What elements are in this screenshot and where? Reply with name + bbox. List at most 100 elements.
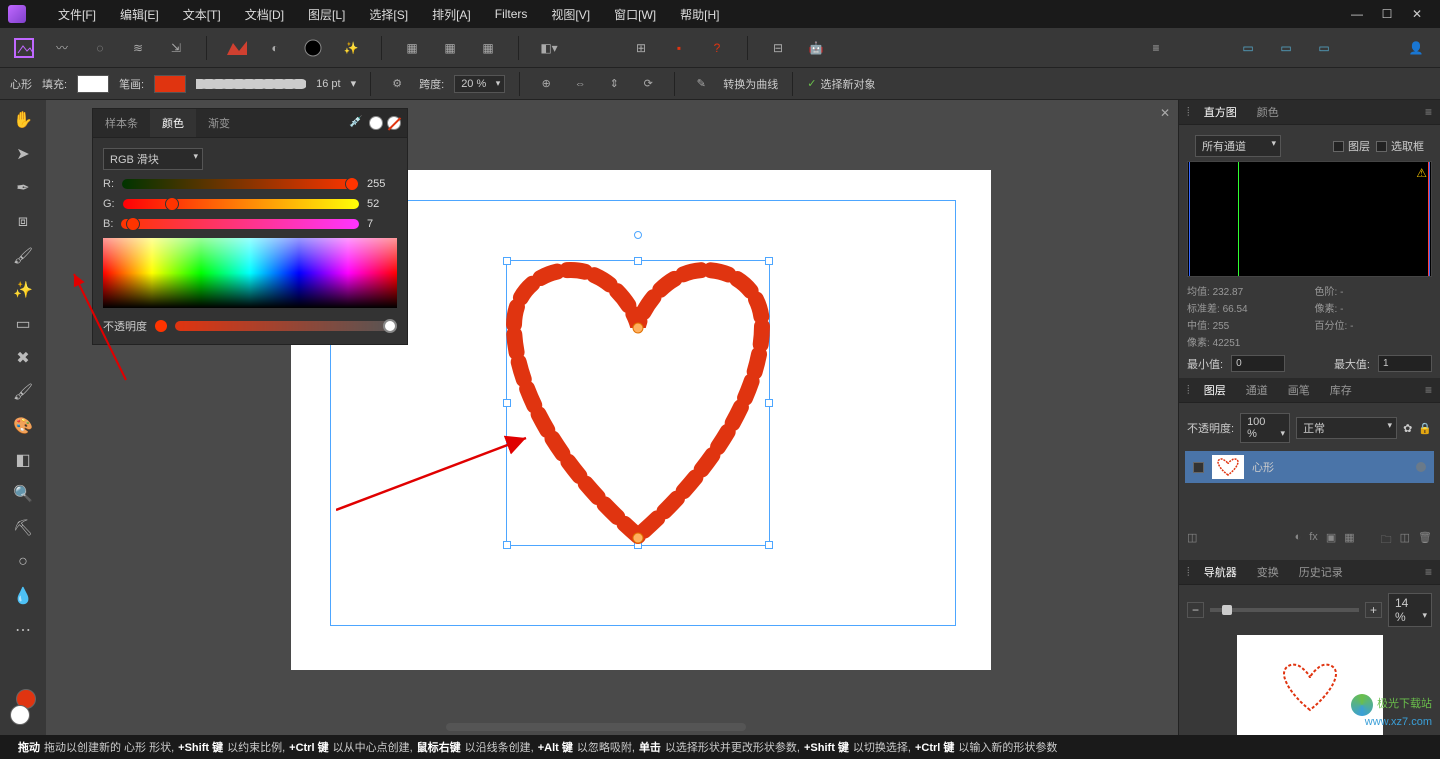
snap-2-icon[interactable]: ▪: [667, 36, 691, 60]
menu-window[interactable]: 窗口[W]: [602, 2, 668, 27]
layer-group-icon[interactable]: ▣: [1326, 531, 1336, 550]
span-dropdown[interactable]: 20 %: [454, 75, 505, 93]
flood-select-tool[interactable]: ✨: [11, 278, 35, 302]
zoom-value[interactable]: 14 %: [1388, 593, 1432, 627]
min-input[interactable]: [1231, 355, 1285, 372]
layer-fx2-icon[interactable]: fx: [1309, 531, 1318, 550]
r-value[interactable]: 255: [367, 178, 397, 190]
blur-tool[interactable]: 💧: [11, 584, 35, 608]
arrange-3-icon[interactable]: ▭: [1312, 36, 1336, 60]
color-wheel-icon[interactable]: [301, 36, 325, 60]
snap-1-icon[interactable]: ⊞: [629, 36, 653, 60]
canvas-area[interactable]: ✕: [46, 100, 1178, 735]
selection-brush-tool[interactable]: 🖌: [11, 244, 35, 268]
heal-tool[interactable]: ✖: [11, 346, 35, 370]
panel-grip-icon[interactable]: ⦙: [1187, 105, 1190, 120]
move-tool[interactable]: ➤: [11, 142, 35, 166]
layer-delete-icon[interactable]: 🗑: [1418, 531, 1432, 550]
zoom-tool[interactable]: 🔍: [11, 482, 35, 506]
persona-tone-icon[interactable]: ≋: [126, 36, 150, 60]
stamp-tool[interactable]: ⛏: [11, 516, 35, 540]
r-slider[interactable]: [122, 179, 359, 189]
menu-filters[interactable]: Filters: [483, 3, 540, 25]
gear-icon[interactable]: ⚙: [385, 72, 409, 96]
quick-mask-icon[interactable]: ▦: [438, 36, 462, 60]
fill-target-icon[interactable]: [369, 116, 383, 130]
front-color-well[interactable]: [10, 705, 30, 725]
layer-adjust-icon[interactable]: ◐: [1295, 531, 1302, 550]
zoom-out-button[interactable]: −: [1187, 602, 1204, 618]
layer-checkbox[interactable]: 图层: [1333, 138, 1370, 154]
menu-layer[interactable]: 图层[L]: [296, 2, 357, 27]
persona-export-icon[interactable]: ⇲: [164, 36, 188, 60]
convert-curve-icon[interactable]: ✎: [689, 72, 713, 96]
stock-tab[interactable]: 库存: [1320, 378, 1362, 402]
spectrum-picker[interactable]: [103, 238, 397, 308]
pipette-icon[interactable]: 💉: [349, 115, 365, 131]
menu-select[interactable]: 选择[S]: [357, 2, 420, 27]
layer-tag-icon[interactable]: [1416, 462, 1426, 472]
menu-arrange[interactable]: 排列[A]: [420, 2, 483, 27]
zoom-slider[interactable]: [1210, 608, 1359, 612]
persona-liquify-icon[interactable]: 〰: [50, 36, 74, 60]
stroke-width-value[interactable]: 16 pt: [316, 78, 340, 90]
adjustment-circle-icon[interactable]: ◐: [263, 36, 287, 60]
menu-file[interactable]: 文件[F]: [46, 2, 108, 27]
stroke-style-preview[interactable]: [196, 77, 306, 91]
heart-shape[interactable]: [506, 256, 770, 550]
layer-name[interactable]: 心形: [1252, 459, 1274, 475]
stroke-width-dropdown-icon[interactable]: ▾: [351, 77, 357, 90]
none-target-icon[interactable]: [387, 116, 401, 130]
stroke-color-swatch[interactable]: [154, 75, 186, 93]
panel-grip-icon[interactable]: ⦙: [1187, 383, 1190, 398]
layer-folder-icon[interactable]: 🗀: [1381, 531, 1392, 550]
flip-v-icon[interactable]: ⇕: [602, 72, 626, 96]
arrange-2-icon[interactable]: ▭: [1274, 36, 1298, 60]
g-slider[interactable]: [123, 199, 359, 209]
flip-h-icon[interactable]: ⇔: [568, 72, 592, 96]
levels-icon[interactable]: [225, 36, 249, 60]
layer-lock-icon[interactable]: 🔒: [1418, 422, 1432, 435]
fill-color-swatch[interactable]: [77, 75, 109, 93]
layer-mask-icon[interactable]: ◫: [1187, 531, 1197, 550]
layers-tab[interactable]: 图层: [1194, 378, 1236, 402]
menu-view[interactable]: 视图[V]: [539, 2, 602, 27]
max-input[interactable]: [1378, 355, 1432, 372]
paint-brush-tool[interactable]: 🖌: [11, 380, 35, 404]
nav-menu-icon[interactable]: ≡: [1425, 565, 1432, 579]
maximize-button[interactable]: ☐: [1380, 7, 1394, 21]
arrange-1-icon[interactable]: ▭: [1236, 36, 1260, 60]
swatches-tab[interactable]: 样本条: [93, 109, 150, 137]
history-tab[interactable]: 历史记录: [1289, 560, 1353, 584]
persona-develop-icon[interactable]: ◌: [88, 36, 112, 60]
robot-icon[interactable]: 🤖: [804, 36, 828, 60]
eraser-tool[interactable]: ◧: [11, 448, 35, 472]
select-new-checkbox[interactable]: ✓ 选择新对象: [807, 76, 875, 92]
refine-icon[interactable]: ▦: [476, 36, 500, 60]
layer-row[interactable]: 心形: [1185, 451, 1434, 483]
layer-fx-icon[interactable]: ✿: [1403, 422, 1412, 435]
layer-pixel-icon[interactable]: ▦: [1344, 531, 1354, 550]
convert-curve-label[interactable]: 转换为曲线: [723, 76, 778, 92]
gradient-tab[interactable]: 渐变: [196, 109, 242, 137]
hist-menu-icon[interactable]: ≡: [1425, 105, 1432, 119]
g-value[interactable]: 52: [367, 198, 397, 210]
color-tab[interactable]: 颜色: [150, 109, 196, 137]
crop-tool[interactable]: ⧈: [11, 210, 35, 234]
assistant-icon[interactable]: ⊟: [766, 36, 790, 60]
layer-add-icon[interactable]: ◫: [1400, 531, 1410, 550]
color-model-dropdown[interactable]: RGB 滑块: [103, 148, 203, 170]
snap-3-icon[interactable]: ?: [705, 36, 729, 60]
color-wells[interactable]: [8, 689, 38, 725]
selection-icon[interactable]: ▦: [400, 36, 424, 60]
b-slider[interactable]: [121, 219, 359, 229]
menu-help[interactable]: 帮助[H]: [668, 2, 731, 27]
channels-tab[interactable]: 通道: [1236, 378, 1278, 402]
menu-text[interactable]: 文本[T]: [171, 2, 233, 27]
histogram-tab[interactable]: 直方图: [1194, 100, 1247, 124]
color-replace-tool[interactable]: 🎨: [11, 414, 35, 438]
layer-opacity-input[interactable]: 100 %: [1240, 413, 1290, 443]
crop-mode-icon[interactable]: ◧▾: [537, 36, 561, 60]
layers-menu-icon[interactable]: ≡: [1425, 383, 1432, 397]
menu-document[interactable]: 文档[D]: [233, 2, 296, 27]
